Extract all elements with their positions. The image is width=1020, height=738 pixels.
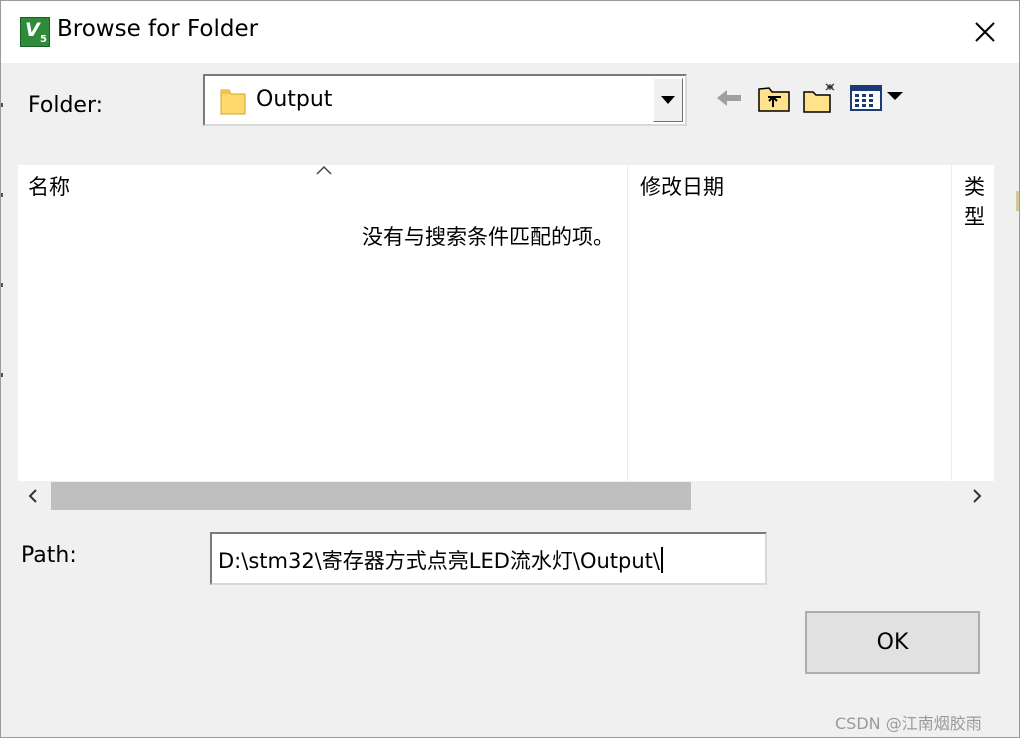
text-cursor xyxy=(660,547,663,573)
chevron-down-icon[interactable] xyxy=(653,78,683,122)
sort-ascending-icon xyxy=(316,165,332,179)
folder-icon xyxy=(219,84,247,120)
empty-list-message: 没有与搜索条件匹配的项。 xyxy=(362,225,614,249)
scroll-right-icon[interactable] xyxy=(966,485,988,507)
file-list[interactable]: 名称 修改日期 类型 没有与搜索条件匹配的项。 xyxy=(18,165,994,481)
scrollbar-thumb[interactable] xyxy=(51,482,691,510)
scroll-left-icon[interactable] xyxy=(22,485,44,507)
title-bar: V5 Browse for Folder xyxy=(1,1,1019,63)
background-edge xyxy=(1016,191,1019,211)
new-folder-icon[interactable] xyxy=(802,81,838,115)
column-header-type[interactable]: 类型 xyxy=(964,171,994,231)
path-label: Path: xyxy=(21,543,77,568)
path-field[interactable]: D:\stm32\寄存器方式点亮LED流水灯\Output\ xyxy=(210,532,767,585)
window-title: Browse for Folder xyxy=(57,16,259,42)
back-arrow-icon[interactable] xyxy=(714,81,744,115)
background-edge xyxy=(1,63,3,393)
folder-combobox[interactable]: Output xyxy=(203,74,687,126)
keil-uvision-icon: V5 xyxy=(20,17,50,47)
column-divider[interactable] xyxy=(627,165,628,481)
column-header-date-modified[interactable]: 修改日期 xyxy=(640,171,724,201)
up-one-level-icon[interactable] xyxy=(756,81,792,115)
view-menu-icon[interactable] xyxy=(849,81,907,115)
folder-combobox-value: Output xyxy=(256,87,333,112)
column-header-name[interactable]: 名称 xyxy=(28,171,70,201)
column-divider[interactable] xyxy=(951,165,952,481)
horizontal-scrollbar[interactable] xyxy=(18,481,994,511)
ok-button[interactable]: OK xyxy=(805,611,980,674)
path-field-value: D:\stm32\寄存器方式点亮LED流水灯\Output\ xyxy=(218,549,660,573)
watermark: CSDN @江南烟胶雨 xyxy=(835,714,982,733)
close-icon[interactable] xyxy=(959,7,1011,57)
browse-for-folder-dialog: V5 Browse for Folder Folder: Output 名称 修… xyxy=(0,0,1020,738)
folder-label: Folder: xyxy=(28,93,104,118)
